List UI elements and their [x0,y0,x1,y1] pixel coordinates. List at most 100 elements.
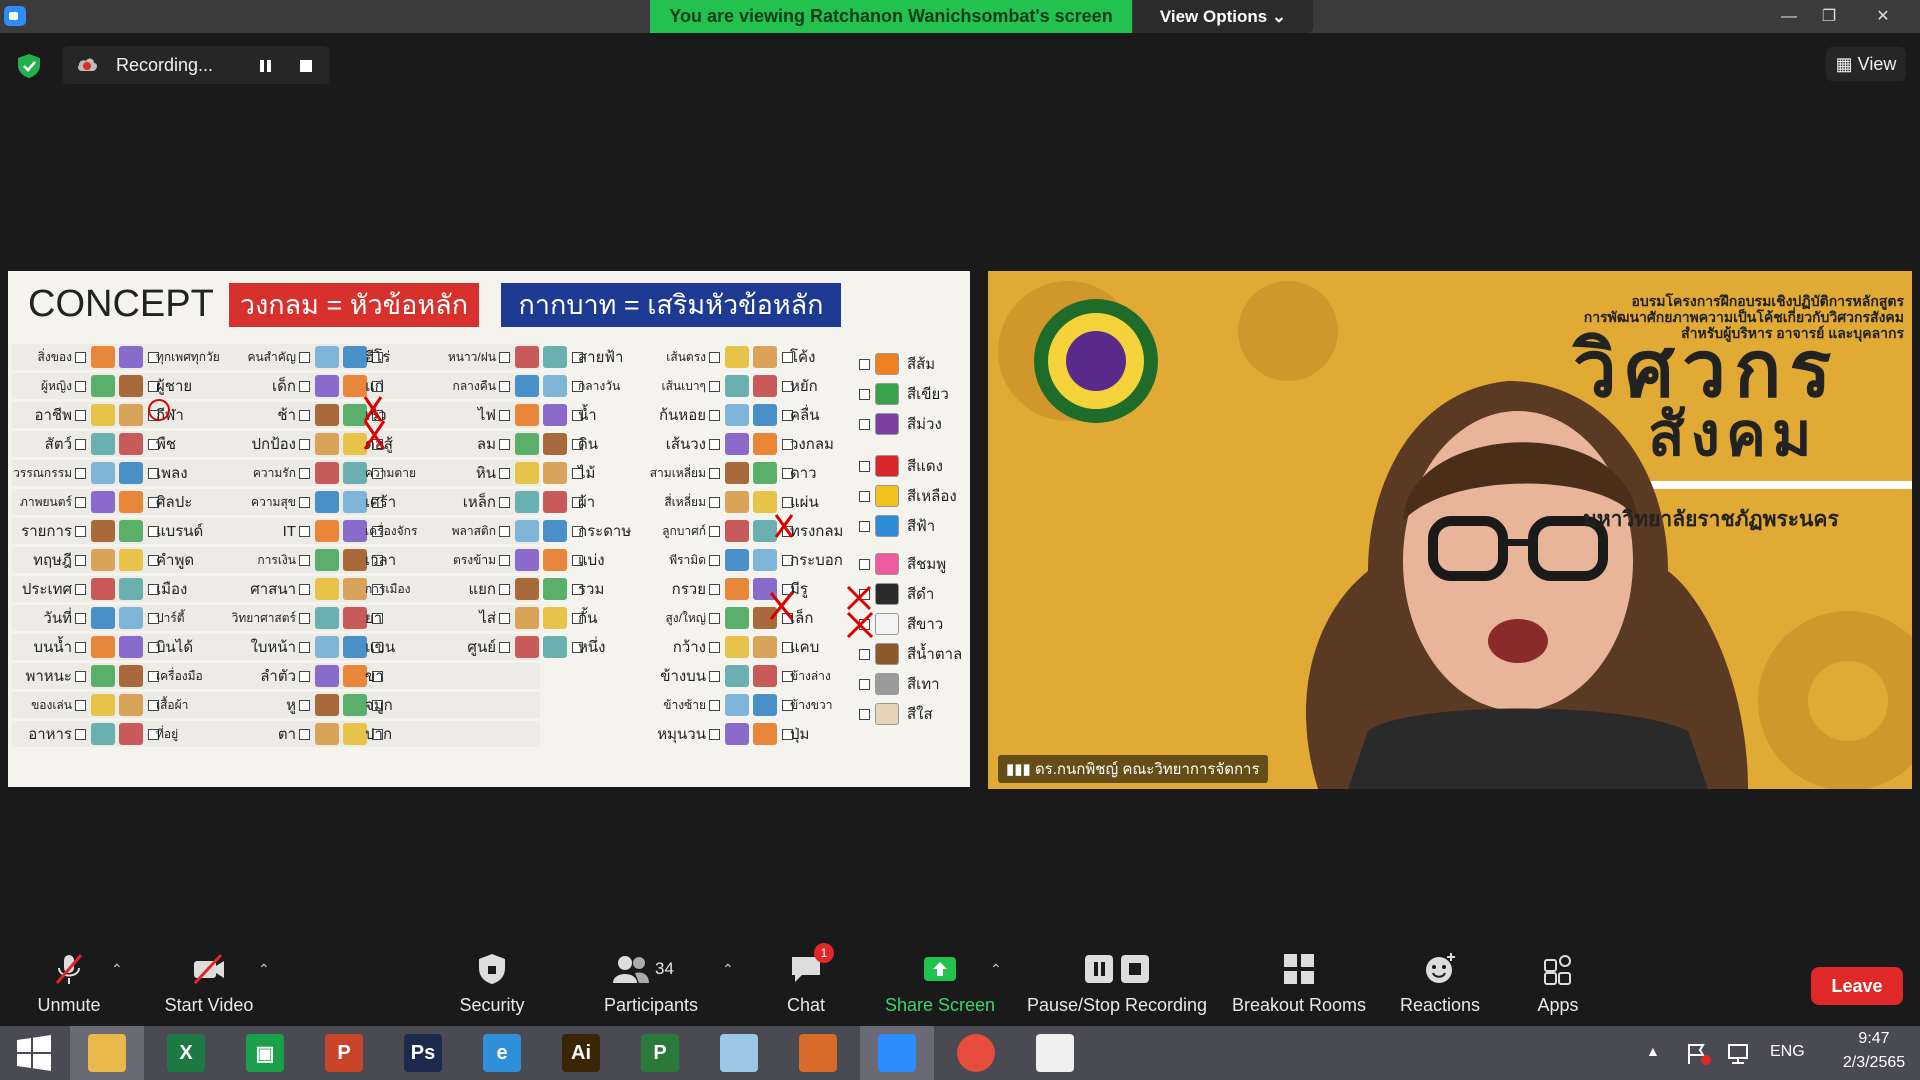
concept-option [72,663,162,689]
video-options-chevron-icon[interactable]: ⌃ [258,961,270,978]
concept-row: บนน้ำ บินได้ ใบหน้า แขน ศูนย์ หนึ่ง กว้าง แคบ [8,634,970,660]
concept-pictogram-icon [315,694,339,716]
concept-pictogram-icon [315,520,339,542]
concept-label: ผ้า [578,494,596,511]
concept-pictogram-icon [343,404,367,426]
pause-recording-icon[interactable] [252,54,280,78]
concept-option [72,634,162,660]
concept-label: ต่อสู้ [365,436,393,453]
color-swatch-icon [875,485,899,507]
apps-button[interactable]: Apps [1530,943,1586,1026]
concept-option [706,576,796,602]
concept-option [72,605,162,631]
restore-button[interactable]: ❐ [1806,0,1852,33]
concept-pictogram-icon [515,375,539,397]
taskbar-photoshop[interactable]: Ps [386,1026,460,1080]
grid-view-icon: ▦ [1835,54,1858,74]
view-layout-button[interactable]: ▦ View [1826,47,1906,81]
concept-label: คลื่น [790,407,820,424]
concept-pictogram-icon [725,549,749,571]
action-center-flag-icon[interactable] [1686,1042,1712,1066]
view-options-button[interactable]: View Options ⌄ [1133,0,1313,33]
taskbar-photos[interactable] [1018,1026,1092,1080]
chat-button[interactable]: 1 Chat [776,943,836,1026]
color-option: สีดำ [856,581,934,607]
taskbar-store[interactable]: ▣ [228,1026,302,1080]
taskbar-powerpoint[interactable]: P [307,1026,381,1080]
concept-pictogram-icon [725,433,749,455]
color-label: สีม่วง [907,416,942,433]
participants-button[interactable]: 34 Participants [596,943,706,1026]
option-checkbox [499,525,510,537]
shared-slide: CONCEPT วงกลม = หัวข้อหลัก กากบาท = เสริ… [8,271,970,787]
concept-label: ประเทศ [21,581,72,598]
option-checkbox [75,583,86,595]
concept-pictogram-icon [119,491,143,513]
pause-stop-recording-button[interactable]: Pause/Stop Recording [1022,943,1212,1026]
concept-label: เส้นเบาๆ [661,378,706,393]
audio-options-chevron-icon[interactable]: ⌃ [111,961,123,978]
taskbar-chrome[interactable] [939,1026,1013,1080]
share-options-chevron-icon[interactable]: ⌃ [990,961,1002,978]
concept-pictogram-icon [343,636,367,658]
leave-meeting-button[interactable]: Leave [1811,967,1903,1005]
taskbar-photoscape[interactable] [781,1026,855,1080]
concept-pictogram-icon [725,723,749,745]
start-video-button[interactable]: Start Video [160,943,258,1026]
concept-label: ไม้ [578,465,596,482]
color-checkbox [859,678,870,690]
clock-time[interactable]: 9:47 [1836,1030,1912,1048]
concept-row: ทฤษฎี คำพูด การเงิน เวลา ตรงข้าม แบ่ง พีรามิด ก… [8,547,970,573]
concept-label: ที่อยู่ [156,726,179,741]
option-checkbox [499,612,510,624]
concept-pictogram-icon [515,404,539,426]
option-checkbox [75,438,86,450]
windows-logo-icon [17,1035,51,1071]
taskbar-illustrator[interactable]: Ai [544,1026,618,1080]
network-icon[interactable] [1726,1042,1752,1066]
security-shield-icon [479,954,505,984]
concept-option [496,460,586,486]
concept-pictogram-icon [515,578,539,600]
security-button[interactable]: Security [450,943,534,1026]
stop-recording-icon[interactable] [292,54,320,78]
concept-pictogram-icon [119,346,143,368]
taskbar-notepad-app[interactable] [702,1026,776,1080]
concept-option [72,518,162,544]
close-button[interactable]: ✕ [1860,0,1906,33]
taskbar-project[interactable]: P [623,1026,697,1080]
concept-label: เครื่องมือ [156,668,203,683]
concept-label: ภาพยนตร์ [19,494,72,509]
tray-expand-icon[interactable]: ▲ [1646,1043,1660,1059]
concept-pictogram-icon [91,491,115,513]
concept-pictogram-icon [91,636,115,658]
speaker-video[interactable]: อบรมโครงการฝึกอบรมเชิงปฏิบัติการหลักสูตร… [988,271,1912,789]
encryption-shield-icon[interactable] [16,53,42,79]
concept-label: เมือง [156,581,188,598]
clock-date[interactable]: 2/3/2565 [1826,1054,1920,1072]
concept-label: ดิน [578,436,598,453]
concept-label: การเงิน [257,552,296,567]
photos-icon [1036,1034,1074,1072]
taskbar-internet-explorer[interactable]: e [465,1026,539,1080]
start-button[interactable] [0,1026,68,1080]
concept-pictogram-icon [515,346,539,368]
option-checkbox [499,467,510,479]
slide-title: CONCEPT [28,283,214,325]
concept-pictogram-icon [315,346,339,368]
concept-label: ช้า [277,407,296,424]
concept-pictogram-icon [343,694,367,716]
taskbar-file-explorer[interactable] [70,1026,144,1080]
concept-label: สามเหลี่ยม [649,465,706,480]
breakout-rooms-button[interactable]: Breakout Rooms [1228,943,1370,1026]
reactions-button[interactable]: Reactions [1392,943,1488,1026]
share-screen-button[interactable]: Share Screen [880,943,1000,1026]
unmute-button[interactable]: Unmute [30,943,108,1026]
taskbar-zoom[interactable] [860,1026,934,1080]
participants-options-chevron-icon[interactable]: ⌃ [722,961,734,978]
concept-pictogram-icon [91,375,115,397]
concept-pictogram-icon [91,462,115,484]
concept-pictogram-icon [315,607,339,629]
input-language[interactable]: ENG [1770,1043,1805,1061]
taskbar-excel[interactable]: X [149,1026,223,1080]
